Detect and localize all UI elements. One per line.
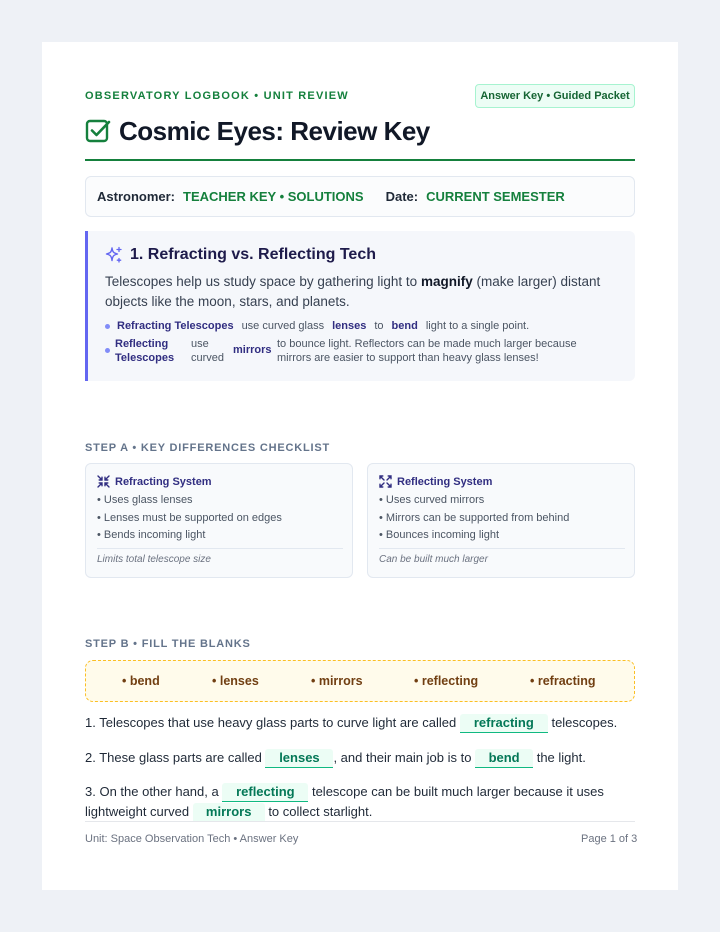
bullet-keyword: mirrors	[233, 344, 272, 356]
question-text: telescopes.	[551, 715, 618, 730]
callout-header: 1. Refracting vs. Reflecting Tech	[105, 246, 376, 264]
step-b-title: STEP B • FILL THE BLANKS	[85, 638, 251, 650]
step-a-title: STEP A • KEY DIFFERENCES CHECKLIST	[85, 442, 330, 454]
answer-blank: reflecting	[222, 783, 309, 802]
callout-body: Telescopes help us study space by gather…	[105, 272, 615, 312]
meta-bar: Astronomer: TEACHER KEY • SOLUTIONS Date…	[85, 176, 635, 217]
date-value: CURRENT SEMESTER	[426, 189, 565, 204]
callout-bold-term: magnify	[420, 274, 473, 289]
word-bank-item: • mirrors	[311, 674, 363, 688]
bullet-refracting: Refracting Telescopes use curved glass l…	[105, 320, 529, 332]
astronomer-label: Astronomer:	[97, 189, 176, 204]
word-bank: • bend • lenses • mirrors • reflecting •…	[85, 660, 635, 702]
question-text: telescope can be built much larger becau…	[311, 784, 604, 799]
question-text: lightweight curved	[85, 804, 190, 819]
answer-blank: lenses	[265, 749, 334, 768]
card-header: Refracting System	[97, 475, 212, 488]
word-bank-item: • reflecting	[414, 674, 479, 688]
bullet-keyword: lenses	[332, 320, 367, 332]
card-item: • Lenses must be supported on edges	[97, 512, 282, 524]
eyebrow-label: OBSERVATORY LOGBOOK • UNIT REVIEW	[85, 90, 349, 102]
bullet-text: to	[374, 320, 384, 332]
question-text: 2. These glass parts are called	[85, 750, 262, 765]
card-note: Can be built much larger	[379, 554, 488, 565]
question-text: , and their main job is to	[333, 750, 472, 765]
bullet-text: use curved	[191, 338, 225, 364]
astronomer-value: TEACHER KEY • SOLUTIONS	[183, 189, 364, 204]
card-title: Reflecting System	[397, 475, 493, 488]
card-note: Limits total telescope size	[97, 554, 211, 565]
word-bank-item: • lenses	[212, 674, 259, 688]
page-number: Page 1 of 3	[581, 833, 638, 845]
question-text: to collect starlight.	[268, 804, 373, 819]
answer-blank: refracting	[459, 714, 548, 733]
worksheet-page: OBSERVATORY LOGBOOK • UNIT REVIEW Answer…	[42, 42, 678, 890]
card-item: • Bends incoming light	[97, 529, 206, 541]
bullet-term: Reflecting Telescopes	[115, 338, 175, 364]
card-item: • Uses curved mirrors	[379, 494, 485, 506]
bullet-dot	[105, 323, 110, 329]
answer-blank: bend	[475, 749, 534, 768]
question-text: 1. Telescopes that use heavy glass parts…	[85, 715, 457, 730]
collapse-arrows-icon	[97, 475, 110, 488]
card-item: • Bounces incoming light	[379, 529, 500, 541]
bullet-text: to bounce light. Reflectors can be made …	[277, 338, 577, 364]
sparkles-icon	[105, 246, 122, 263]
question-text: 3. On the other hand, a	[85, 784, 219, 799]
card-item: • Uses glass lenses	[97, 494, 193, 506]
card-reflecting: Reflecting System • Uses curved mirrors …	[367, 463, 635, 578]
question-3: 3. On the other hand, a reflecting teles…	[85, 782, 635, 822]
answer-key-badge: Answer Key • Guided Packet	[475, 84, 635, 108]
bullet-term: Refracting Telescopes	[117, 320, 234, 332]
callout-text-1: Telescopes help us study space by gather…	[105, 274, 418, 289]
checkbox-icon	[85, 119, 111, 143]
page-title: Cosmic Eyes: Review Key	[119, 115, 430, 146]
bullet-text: use curved glass	[241, 320, 325, 332]
footer-unit: Unit: Space Observation Tech • Answer Ke…	[85, 833, 299, 845]
card-divider	[97, 548, 343, 549]
intro-callout: 1. Refracting vs. Reflecting Tech Telesc…	[85, 231, 635, 381]
word-bank-item: • refracting	[530, 674, 596, 688]
bullet-dot	[105, 348, 110, 353]
question-1: 1. Telescopes that use heavy glass parts…	[85, 713, 617, 733]
card-refracting: Refracting System • Uses glass lenses • …	[85, 463, 353, 578]
callout-title: 1. Refracting vs. Reflecting Tech	[130, 246, 376, 263]
card-title: Refracting System	[115, 475, 212, 488]
card-item: • Mirrors can be supported from behind	[379, 512, 570, 524]
date-label: Date:	[385, 189, 419, 204]
question-text: the light.	[536, 750, 586, 765]
card-header: Reflecting System	[379, 475, 492, 488]
bullet-keyword: bend	[391, 320, 418, 332]
footer-divider	[85, 821, 635, 822]
title-row: Cosmic Eyes: Review Key	[85, 116, 430, 146]
title-divider	[85, 159, 635, 161]
expand-arrows-icon	[379, 475, 392, 488]
question-2: 2. These glass parts are called lenses, …	[85, 748, 586, 768]
card-divider	[379, 548, 625, 549]
bullet-text: light to a single point.	[425, 320, 530, 332]
word-bank-item: • bend	[122, 674, 160, 688]
answer-blank: mirrors	[192, 803, 265, 822]
